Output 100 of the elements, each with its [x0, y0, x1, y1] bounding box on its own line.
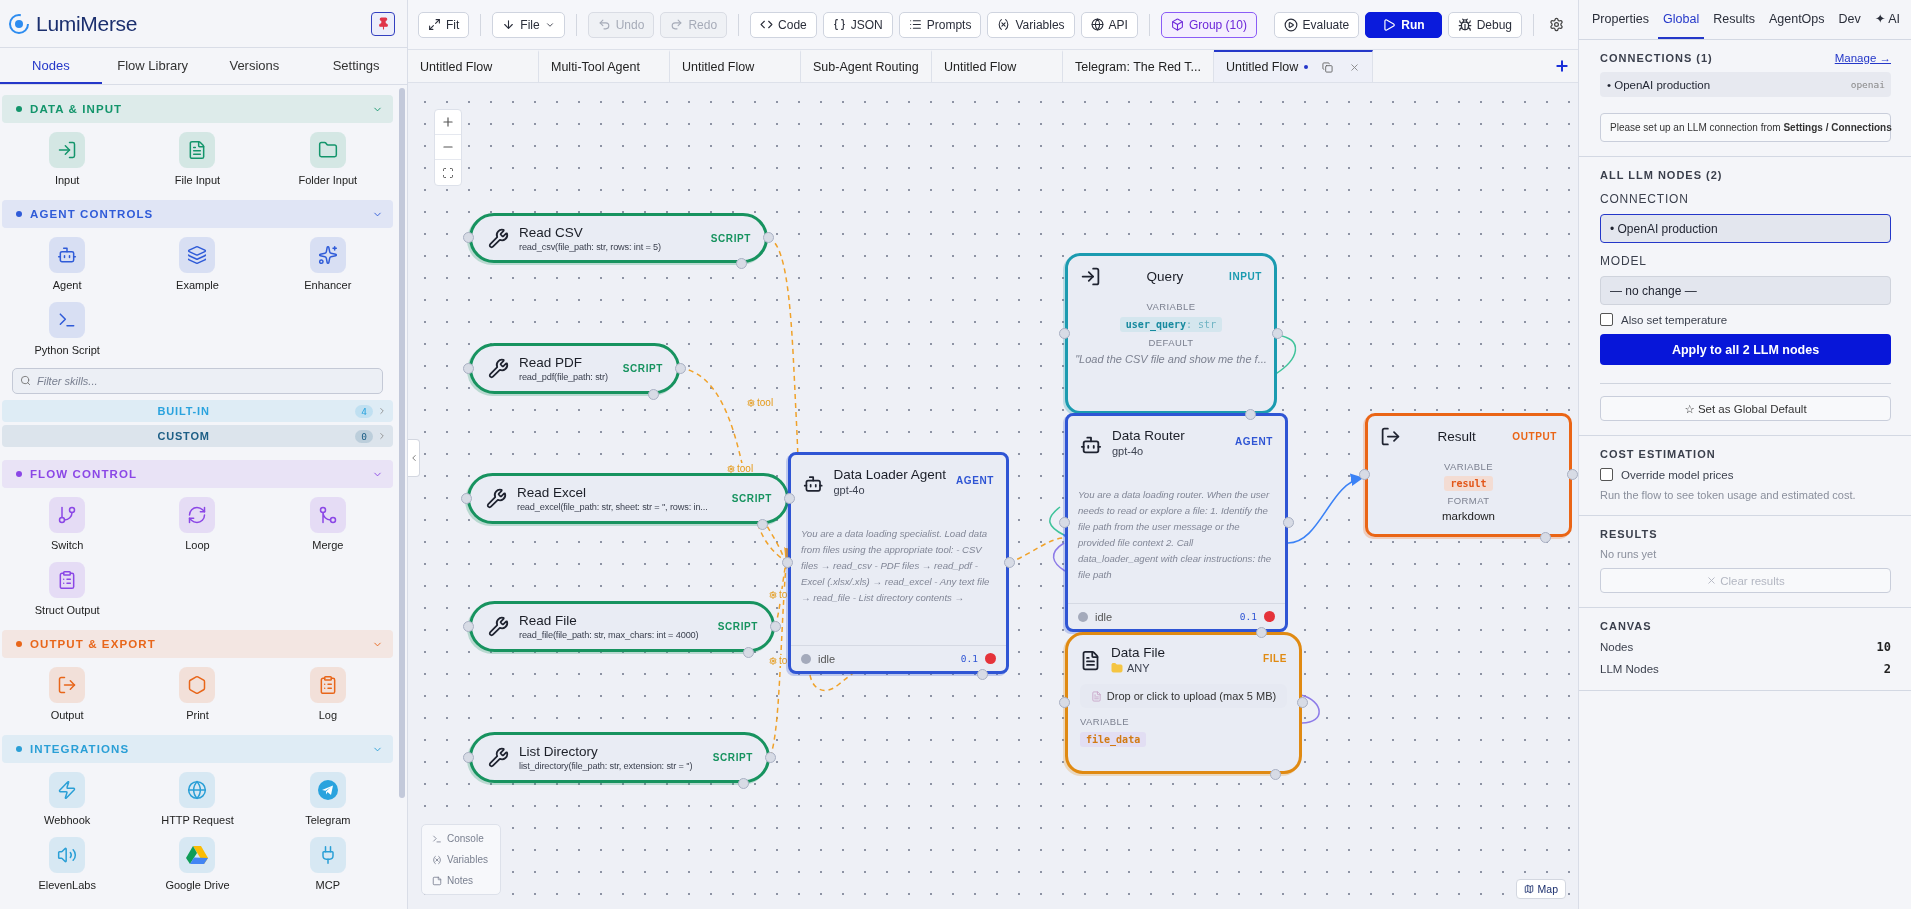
panel-tab[interactable]: AgentOps: [1763, 0, 1830, 39]
port-handle[interactable]: [1283, 516, 1294, 528]
port-handle[interactable]: [675, 362, 686, 374]
port-handle[interactable]: [463, 232, 474, 243]
port-handle[interactable]: [757, 519, 768, 530]
port-handle[interactable]: [1245, 409, 1256, 420]
dock-item[interactable]: Variables: [428, 851, 494, 868]
category-header[interactable]: AGENT CONTROLS: [2, 200, 393, 228]
port-handle[interactable]: [463, 362, 474, 374]
toolbar-button[interactable]: JSON: [822, 11, 893, 38]
script-node[interactable]: Read File read_file(file_path: str, max_chars: int = 4000) SCRIPT: [469, 601, 775, 652]
global-default-button[interactable]: ☆ Set as Global Default: [1600, 396, 1891, 421]
sidebar-tab[interactable]: Versions: [203, 48, 306, 84]
port-handle[interactable]: [784, 492, 795, 504]
model-select[interactable]: — no change —: [1600, 276, 1891, 305]
port-handle[interactable]: [1297, 697, 1308, 708]
node-palette-item[interactable]: Telegram: [262, 772, 393, 826]
script-node[interactable]: Read PDF read_pdf(file_path: str) SCRIPT: [469, 343, 680, 394]
node-palette-item[interactable]: Print: [132, 667, 263, 721]
node-palette-item[interactable]: HTTP Request: [132, 772, 263, 826]
node-palette-item[interactable]: Example: [132, 237, 263, 291]
apply-button[interactable]: Apply to all 2 LLM nodes: [1600, 334, 1891, 365]
port-handle[interactable]: [648, 389, 659, 400]
connection-item[interactable]: • OpenAI production openai: [1600, 72, 1891, 97]
port-handle[interactable]: [1272, 327, 1283, 339]
node-palette-item[interactable]: Agent: [2, 237, 133, 291]
port-handle[interactable]: [977, 669, 988, 680]
port-handle[interactable]: [1059, 697, 1070, 708]
pin-button[interactable]: [371, 11, 395, 36]
dock-item[interactable]: Notes: [428, 872, 494, 889]
collapse-handle[interactable]: [408, 439, 420, 477]
port-handle[interactable]: [463, 620, 474, 632]
port-handle[interactable]: [770, 620, 781, 632]
port-handle[interactable]: [763, 232, 774, 243]
node-palette-item[interactable]: Enhancer: [262, 237, 393, 291]
port-handle[interactable]: [782, 557, 793, 568]
category-header[interactable]: FLOW CONTROL: [2, 460, 393, 488]
manage-link[interactable]: Manage →: [1834, 52, 1891, 64]
toolbar-button[interactable]: File: [492, 11, 565, 38]
override-checkbox[interactable]: Override model prices: [1600, 468, 1891, 481]
node-palette-item[interactable]: Output: [2, 667, 133, 721]
node-palette-item[interactable]: MCP: [262, 837, 393, 891]
toolbar-button[interactable]: Debug: [1447, 11, 1522, 38]
port-handle[interactable]: [1256, 627, 1267, 638]
toolbar-button[interactable]: Evaluate: [1273, 11, 1360, 38]
node-palette-item[interactable]: Python Script: [2, 302, 133, 356]
port-handle[interactable]: [1270, 769, 1281, 780]
panel-tab[interactable]: Properties: [1587, 0, 1654, 39]
output-node[interactable]: Result OUTPUT VARIABLE result FORMAT markdown: [1365, 413, 1572, 537]
toolbar-button[interactable]: Code: [750, 11, 817, 38]
agent-node[interactable]: [788, 452, 1009, 674]
sidebar-tab[interactable]: Settings: [305, 48, 407, 84]
panel-tab[interactable]: Global: [1658, 0, 1705, 39]
flow-tab[interactable]: Untitled Flow: [932, 50, 1063, 82]
connection-select[interactable]: • OpenAI production: [1600, 214, 1891, 243]
port-handle[interactable]: [1540, 532, 1551, 543]
panel-tab[interactable]: ✦ AI: [1869, 0, 1905, 39]
node-palette-item[interactable]: Input: [2, 132, 133, 186]
map-button[interactable]: Map: [1515, 879, 1566, 899]
filter-field[interactable]: Filter skills...: [12, 368, 383, 394]
port-handle[interactable]: [463, 751, 474, 763]
node-palette-item[interactable]: Loop: [132, 497, 263, 551]
flow-tab[interactable]: Multi-Tool Agent: [539, 50, 670, 82]
node-palette-item[interactable]: File Input: [132, 132, 263, 186]
file-node[interactable]: Data File ANY FILE Drop or click to upload (max 5 MB) VARIABLE file_data: [1065, 632, 1302, 774]
port-handle[interactable]: [461, 492, 472, 504]
node-palette-item[interactable]: ElevenLabs: [2, 837, 133, 891]
skill-group[interactable]: CUSTOM 0: [2, 425, 393, 447]
port-handle[interactable]: [738, 778, 749, 789]
temperature-checkbox[interactable]: Also set temperature: [1600, 313, 1891, 326]
node-palette-item[interactable]: Log: [262, 667, 393, 721]
script-node[interactable]: List Directory list_directory(file_path: str, extension: str = '') SCRIPT: [469, 732, 770, 783]
flow-tab[interactable]: Untitled Flow: [408, 50, 539, 82]
port-handle[interactable]: [765, 751, 776, 763]
sidebar-tab[interactable]: Flow Library: [101, 48, 204, 84]
toolbar-button[interactable]: Prompts: [898, 11, 982, 38]
panel-tab[interactable]: Results: [1708, 0, 1760, 39]
sidebar-tab[interactable]: Nodes: [0, 48, 102, 84]
node-palette-item[interactable]: Switch: [2, 497, 133, 551]
node-palette-item[interactable]: Google Drive: [132, 837, 263, 891]
flow-tab[interactable]: Untitled Flow: [670, 50, 801, 82]
node-palette-item[interactable]: Folder Input: [262, 132, 393, 186]
script-node[interactable]: Read Excel read_excel(file_path: str, sheet: str = '', rows: in... SCRIPT: [467, 473, 789, 524]
input-node[interactable]: Query INPUT VARIABLE user_query: str DEFAULT "Load the CSV file and show me the f...: [1065, 253, 1277, 414]
node-palette-item[interactable]: Merge: [262, 497, 393, 551]
script-node[interactable]: Read CSV read_csv(file_path: str, rows: int = 5) SCRIPT: [469, 213, 768, 263]
flow-tab[interactable]: Untitled Flow: [1214, 50, 1374, 82]
port-handle[interactable]: [1004, 557, 1015, 568]
node-palette-item[interactable]: Webhook: [2, 772, 133, 826]
port-handle[interactable]: [736, 258, 747, 269]
panel-tab[interactable]: Dev: [1833, 0, 1866, 39]
dock-item[interactable]: Console: [428, 830, 494, 847]
toolbar-button[interactable]: Group (10): [1160, 11, 1257, 38]
flow-tab[interactable]: Sub-Agent Routing: [801, 50, 932, 82]
agent-node[interactable]: [1065, 413, 1288, 632]
scrollbar[interactable]: [399, 88, 405, 798]
toolbar-button[interactable]: Run: [1365, 11, 1442, 38]
toolbar-button[interactable]: Variables: [987, 11, 1075, 38]
node-palette-item[interactable]: Struct Output: [2, 562, 133, 616]
port-handle[interactable]: [1059, 516, 1070, 528]
